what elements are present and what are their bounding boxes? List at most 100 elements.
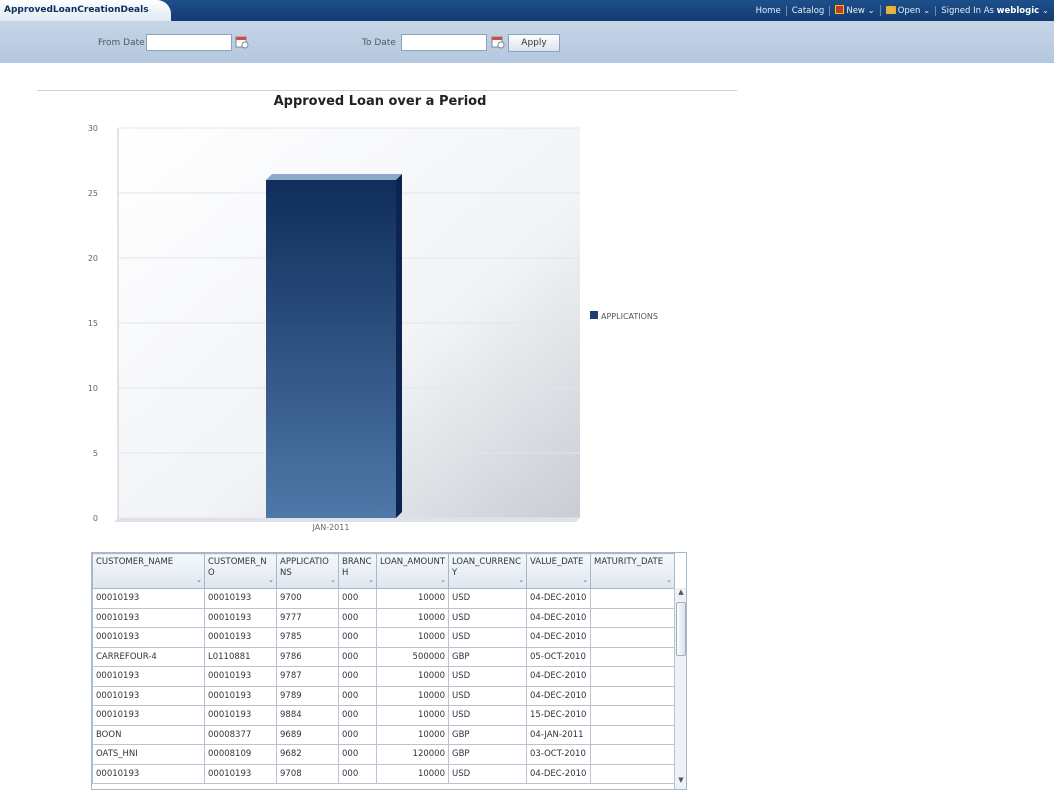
table-row[interactable]: 00010193 00010193 9708 000 10000 USD 04-DEC-20…	[92, 763, 675, 784]
chevron-down-icon: ⌄	[867, 6, 875, 16]
table-cell: 00010193	[92, 607, 205, 628]
bar-side	[396, 174, 402, 518]
table-cell: 00010193	[204, 588, 277, 609]
table-cell: 10000	[376, 588, 449, 609]
table-cell: 00010193	[92, 666, 205, 687]
loan-table: CUSTOMER_NAME ⌄ CUSTOMER_N​O ⌄ APPLICATION​S…	[92, 553, 675, 784]
column-header-label: VALUE_DATE	[530, 557, 584, 567]
table-row[interactable]: CARREFOUR-4 L0110881 9786 000 500000 GBP 05-OC…	[92, 646, 675, 667]
table-row[interactable]: 00010193 00010193 9785 000 10000 USD 04-DEC-20…	[92, 627, 675, 648]
bar-top	[266, 174, 402, 180]
dashboard-tab[interactable]: ApprovedLoanCreationDeals	[0, 0, 171, 21]
chart-floor	[114, 518, 580, 522]
scroll-thumb[interactable]	[676, 602, 686, 656]
table-cell: 9785	[276, 627, 339, 648]
sort-icon[interactable]: ⌄	[268, 575, 274, 586]
table-header-row: CUSTOMER_NAME ⌄ CUSTOMER_N​O ⌄ APPLICATION​S…	[92, 553, 675, 589]
table-cell: 00010193	[92, 588, 205, 609]
table-cell	[590, 627, 675, 648]
sort-icon[interactable]: ⌄	[440, 575, 446, 586]
table-cell: GBP	[448, 724, 527, 745]
column-header[interactable]: BRANC​H ⌄	[338, 553, 377, 589]
table-cell: 04-DEC-2010	[526, 627, 591, 648]
table-cell	[590, 588, 675, 609]
table-cell	[590, 666, 675, 687]
table-cell: 000	[338, 646, 377, 667]
to-date-label: To Date	[362, 38, 396, 48]
bar-chart: 0 5 10 15 20 25 30 JAN-2011 APPLICATIONS	[88, 124, 658, 532]
table-cell: GBP	[448, 744, 527, 765]
column-header[interactable]: LOAN_AMOUN​T ⌄	[376, 553, 449, 589]
signed-in-label: Signed In As	[941, 5, 994, 16]
column-header[interactable]: VALUE_DATE ⌄	[526, 553, 591, 589]
table-cell: 120000	[376, 744, 449, 765]
table-cell: 10000	[376, 763, 449, 784]
table-cell	[590, 607, 675, 628]
column-header[interactable]: MATURITY_DATE ⌄	[590, 553, 675, 589]
open-menu[interactable]: Open ⌄	[881, 5, 937, 16]
column-header[interactable]: CUSTOMER_NAME ⌄	[92, 553, 205, 589]
scroll-up-icon[interactable]: ▲	[675, 588, 686, 600]
legend-swatch	[590, 311, 598, 319]
table-cell	[590, 685, 675, 706]
dashboard-tab-label: ApprovedLoanCreationDeals	[4, 5, 149, 15]
table-cell: 000	[338, 666, 377, 687]
table-cell: 000	[338, 763, 377, 784]
from-date-input[interactable]	[146, 34, 232, 51]
table-cell: 10000	[376, 724, 449, 745]
table-cell: 10000	[376, 705, 449, 726]
sort-icon[interactable]: ⌄	[196, 575, 202, 586]
new-menu[interactable]: New ⌄	[830, 5, 881, 16]
sort-icon[interactable]: ⌄	[666, 575, 672, 586]
scroll-down-icon[interactable]: ▼	[675, 776, 686, 788]
open-label: Open	[897, 5, 921, 16]
table-cell	[590, 705, 675, 726]
table-row[interactable]: 00010193 00010193 9884 000 10000 USD 15-DEC-20…	[92, 705, 675, 726]
sort-icon[interactable]: ⌄	[518, 575, 524, 586]
table-scrollbar[interactable]: ▲ ▼	[674, 588, 686, 789]
table-cell: GBP	[448, 646, 527, 667]
table-cell: 04-DEC-2010	[526, 666, 591, 687]
table-cell: 9884	[276, 705, 339, 726]
apply-button[interactable]: Apply	[508, 34, 560, 52]
column-header[interactable]: APPLICATION​S ⌄	[276, 553, 339, 589]
table-cell: 000	[338, 705, 377, 726]
table-row[interactable]: BOON 00008377 9689 000 10000 GBP 04-JAN-2011	[92, 724, 675, 745]
column-header[interactable]: LOAN_CURRENC​Y ⌄	[448, 553, 527, 589]
table-cell: 00010193	[92, 627, 205, 648]
table-row[interactable]: 00010193 00010193 9789 000 10000 USD 04-DEC-20…	[92, 685, 675, 706]
prompt-bar: From Date To Date Apply	[0, 21, 1054, 63]
table-row[interactable]: 00010193 00010193 9787 000 10000 USD 04-DEC-20…	[92, 666, 675, 687]
table-cell: 9708	[276, 763, 339, 784]
sort-icon[interactable]: ⌄	[368, 575, 374, 586]
table-cell: 04-DEC-2010	[526, 588, 591, 609]
user-menu[interactable]: Signed In As weblogic ⌄	[936, 6, 1054, 16]
table-cell: 000	[338, 607, 377, 628]
folder-icon	[885, 5, 896, 14]
header-links: Home Catalog New ⌄ Open ⌄ Signed In As w…	[751, 0, 1054, 21]
table-cell: 9789	[276, 685, 339, 706]
table-cell: 00008377	[204, 724, 277, 745]
home-link[interactable]: Home	[751, 5, 787, 16]
table-cell: 9777	[276, 607, 339, 628]
column-header[interactable]: CUSTOMER_N​O ⌄	[204, 553, 277, 589]
sort-icon[interactable]: ⌄	[330, 575, 336, 586]
table-cell: USD	[448, 666, 527, 687]
table-cell	[590, 763, 675, 784]
table-row[interactable]: 00010193 00010193 9777 000 10000 USD 04-DEC-20…	[92, 607, 675, 628]
table-cell: 00010193	[204, 685, 277, 706]
catalog-link[interactable]: Catalog	[787, 5, 831, 16]
table-cell: 10000	[376, 607, 449, 628]
table-row[interactable]: 00010193 00010193 9700 000 10000 USD 04-DEC-20…	[92, 588, 675, 609]
table-row[interactable]: OATS_HNI 00008109 9682 000 120000 GBP 03-OCT-2…	[92, 744, 675, 765]
sort-icon[interactable]: ⌄	[582, 575, 588, 586]
table-cell: 9682	[276, 744, 339, 765]
table-cell: 9689	[276, 724, 339, 745]
table-cell: 9700	[276, 588, 339, 609]
table-cell: 9787	[276, 666, 339, 687]
to-date-input[interactable]	[401, 34, 487, 51]
calendar-icon[interactable]	[491, 35, 505, 49]
calendar-icon[interactable]	[235, 35, 249, 49]
new-label: New	[846, 6, 865, 16]
table-cell: 00010193	[204, 763, 277, 784]
